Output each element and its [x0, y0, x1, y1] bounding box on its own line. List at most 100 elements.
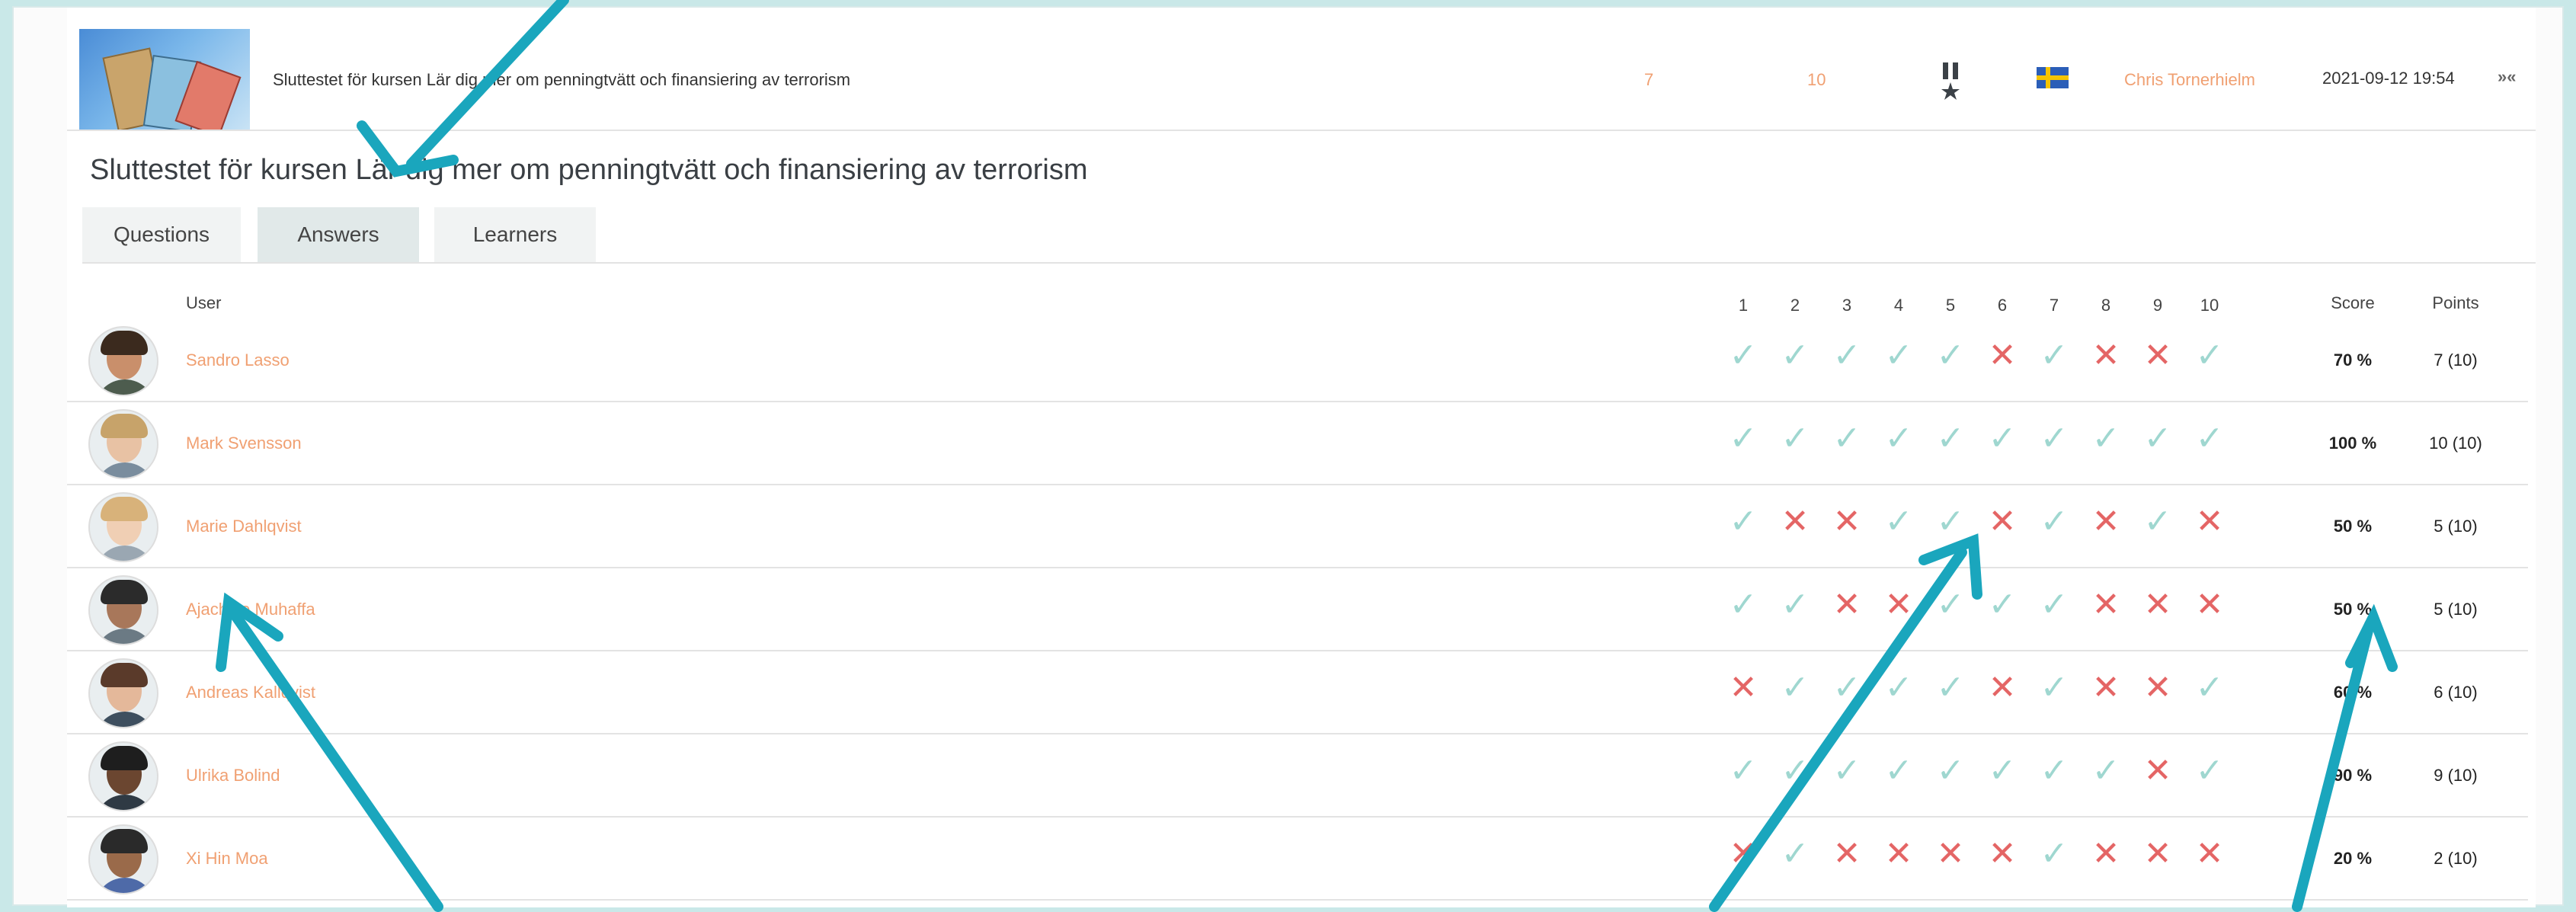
check-icon: ✓ [1729, 337, 1758, 374]
cross-icon: ✕ [2143, 752, 2172, 789]
question-number-header: 10 [2200, 296, 2219, 315]
avatar [88, 658, 158, 728]
score-value: 90 % [2333, 766, 2373, 785]
avatar [88, 575, 158, 645]
cross-icon: ✕ [1988, 503, 2017, 540]
learner-name-link[interactable]: Andreas Kallqvist [186, 683, 315, 702]
points-value: 5 (10) [2434, 517, 2478, 536]
tab-questions[interactable]: Questions [82, 207, 241, 262]
check-icon: ✓ [1936, 752, 1965, 789]
score-value: 50 % [2333, 517, 2373, 536]
cross-icon: ✕ [1832, 503, 1861, 540]
tab-answers[interactable]: Answers [258, 207, 419, 262]
cross-icon: ✕ [2195, 586, 2224, 623]
avatar [88, 741, 158, 811]
cross-icon: ✕ [2091, 835, 2120, 872]
check-icon: ✓ [1936, 669, 1965, 706]
question-number-header: 3 [1842, 296, 1852, 315]
score-value: 20 % [2333, 849, 2373, 868]
check-icon: ✓ [2195, 669, 2224, 706]
learner-name-link[interactable]: Xi Hin Moa [186, 849, 268, 869]
avatar [88, 326, 158, 396]
tab-divider [82, 262, 2536, 264]
quiz-summary-row[interactable]: Sluttestet för kursen Lär dig mer om pen… [67, 15, 2536, 131]
check-icon: ✓ [1936, 337, 1965, 374]
question-number-header: 2 [1790, 296, 1800, 315]
check-icon: ✓ [2195, 752, 2224, 789]
cross-icon: ✕ [1781, 503, 1810, 540]
summary-max-points: 10 [1807, 70, 1826, 89]
table-row: Ulrika Bolind ✓ ✓ ✓ ✓ ✓ ✓ ✓ ✓ ✕ ✓ 90 % 9 (10) [67, 735, 2528, 818]
question-number-header: 9 [2152, 296, 2163, 315]
collapse-icon[interactable]: »« [2498, 67, 2516, 87]
points-value: 6 (10) [2434, 683, 2478, 702]
table-row: Andreas Kallqvist ✕ ✓ ✓ ✓ ✓ ✕ ✓ ✕ ✕ ✓ 60 % 6 (10) [67, 652, 2528, 734]
cross-icon: ✕ [2143, 669, 2172, 706]
learner-name-link[interactable]: Marie Dahlqvist [186, 517, 302, 536]
learner-name-link[interactable]: Sandro Lasso [186, 350, 290, 370]
cross-icon: ✕ [1884, 586, 1913, 623]
cross-icon: ✕ [2195, 503, 2224, 540]
question-number-header: 6 [1997, 296, 2008, 315]
check-icon: ✓ [1781, 752, 1810, 789]
summary-author-link[interactable]: Chris Tornerhielm [2124, 70, 2255, 90]
check-icon: ✓ [1832, 337, 1861, 374]
cross-icon: ✕ [2143, 586, 2172, 623]
cross-icon: ✕ [1988, 669, 2017, 706]
column-header-user: User [186, 293, 222, 312]
cross-icon: ✕ [1832, 835, 1861, 872]
check-icon: ✓ [2195, 337, 2224, 374]
cross-icon: ✕ [1832, 586, 1861, 623]
cross-icon: ✕ [2091, 337, 2120, 374]
points-value: 2 (10) [2434, 849, 2478, 868]
quiz-thumbnail [79, 29, 250, 130]
learner-name-link[interactable]: Mark Svensson [186, 434, 302, 453]
cross-icon: ✕ [2091, 669, 2120, 706]
cross-icon: ✕ [1729, 669, 1758, 706]
check-icon: ✓ [2091, 420, 2120, 457]
check-icon: ✓ [1781, 669, 1810, 706]
check-icon: ✓ [1729, 586, 1758, 623]
summary-date: 2021-09-12 19:54 [2322, 69, 2455, 88]
check-icon: ✓ [2040, 420, 2069, 457]
check-icon: ✓ [2040, 337, 2069, 374]
table-row: Xi Hin Moa ✕ ✓ ✕ ✕ ✕ ✕ ✓ ✕ ✕ ✕ 20 % 2 (10) [67, 818, 2528, 901]
question-number-header: 4 [1893, 296, 1904, 315]
quiz-title: Sluttestet för kursen Lär dig mer om pen… [90, 154, 1088, 186]
check-icon: ✓ [2040, 503, 2069, 540]
check-icon: ✓ [1832, 420, 1861, 457]
question-number-header: 1 [1738, 296, 1749, 315]
check-icon: ✓ [1884, 420, 1913, 457]
medal-icon [1941, 62, 1960, 100]
check-icon: ✓ [1988, 586, 2017, 623]
tab-learners[interactable]: Learners [434, 207, 596, 262]
check-icon: ✓ [1729, 503, 1758, 540]
cross-icon: ✕ [1884, 835, 1913, 872]
cross-icon: ✕ [2143, 337, 2172, 374]
check-icon: ✓ [2143, 503, 2172, 540]
learner-name-link[interactable]: Ulrika Bolind [186, 766, 280, 786]
check-icon: ✓ [1781, 337, 1810, 374]
check-icon: ✓ [1884, 752, 1913, 789]
check-icon: ✓ [1936, 503, 1965, 540]
check-icon: ✓ [1781, 835, 1810, 872]
question-number-header: 5 [1945, 296, 1956, 315]
cross-icon: ✕ [1988, 835, 2017, 872]
table-row: Mark Svensson ✓ ✓ ✓ ✓ ✓ ✓ ✓ ✓ ✓ ✓ 100 % 10 (10) [67, 403, 2528, 485]
question-number-header: 8 [2101, 296, 2111, 315]
check-icon: ✓ [1988, 420, 2017, 457]
cross-icon: ✕ [1936, 835, 1965, 872]
check-icon: ✓ [2040, 586, 2069, 623]
check-icon: ✓ [2195, 420, 2224, 457]
cross-icon: ✕ [2091, 503, 2120, 540]
summary-title[interactable]: Sluttestet för kursen Lär dig mer om pen… [273, 70, 850, 90]
check-icon: ✓ [1781, 586, 1810, 623]
check-icon: ✓ [1936, 420, 1965, 457]
learner-name-link[interactable]: Ajachine Muhaffa [186, 600, 315, 619]
check-icon: ✓ [1832, 752, 1861, 789]
check-icon: ✓ [1884, 669, 1913, 706]
summary-question-count: 7 [1644, 70, 1654, 89]
cross-icon: ✕ [2143, 835, 2172, 872]
check-icon: ✓ [1936, 586, 1965, 623]
check-icon: ✓ [1988, 752, 2017, 789]
